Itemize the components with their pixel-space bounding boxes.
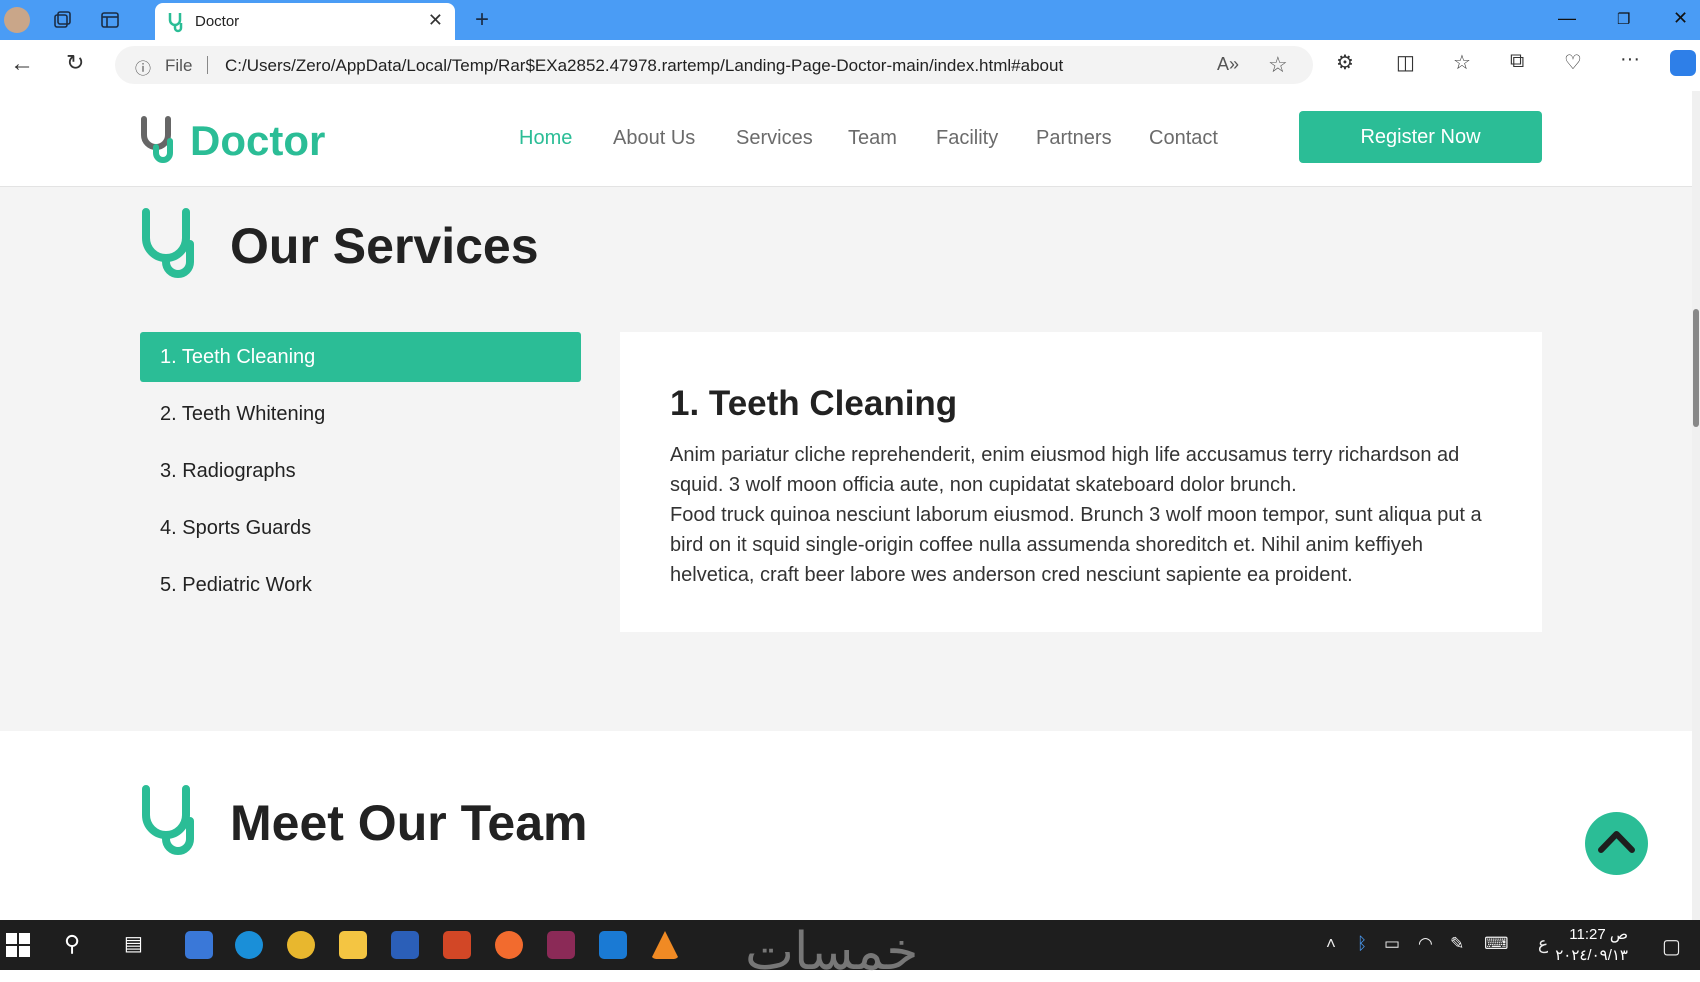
site-navbar: Doctor Home About Us Services Team Facil… — [0, 91, 1692, 187]
chevron-up-icon — [1598, 831, 1635, 853]
task-view-icon[interactable]: ▤ — [124, 931, 152, 959]
info-icon[interactable]: ⓘ — [135, 55, 151, 79]
scrollbar-thumb[interactable] — [1693, 309, 1699, 427]
stethoscope-favicon-icon — [167, 11, 187, 38]
clock[interactable]: 11:27 ص ٢٠٢٤/٠٩/١٣ — [1555, 924, 1628, 966]
team-title: Meet Our Team — [230, 794, 588, 851]
url-separator — [207, 56, 208, 74]
close-window-icon[interactable]: ✕ — [1673, 8, 1688, 29]
service-detail-paragraph-2: Food truck quinoa nesciunt laborum eiusm… — [670, 504, 1482, 586]
nav-team[interactable]: Team — [848, 127, 897, 150]
scroll-to-top-button[interactable] — [1585, 812, 1648, 875]
edge-icon[interactable] — [235, 931, 263, 959]
vlc-icon[interactable] — [651, 931, 679, 959]
vscode-icon[interactable] — [599, 931, 627, 959]
site-logo[interactable]: Doctor — [138, 113, 325, 168]
tab-title: Doctor — [195, 13, 240, 30]
winrar-icon[interactable] — [547, 931, 575, 959]
notifications-icon[interactable]: ▢ — [1662, 934, 1681, 959]
browser-title-bar: Doctor ✕ + — ❐ ✕ — [0, 0, 1700, 40]
battery-icon[interactable]: ▭ — [1384, 934, 1400, 954]
pen-app-icon[interactable] — [495, 931, 523, 959]
tray-chevron-icon[interactable]: ˄ — [1326, 934, 1336, 954]
close-tab-icon[interactable]: ✕ — [428, 10, 443, 31]
browser-tab[interactable]: Doctor ✕ — [155, 3, 455, 40]
page-scrollbar[interactable] — [1692, 91, 1700, 920]
clock-time: 11:27 ص — [1569, 926, 1628, 943]
service-detail-panel: 1. Teeth Cleaning Anim pariatur cliche r… — [620, 332, 1542, 632]
nav-about-us[interactable]: About Us — [613, 127, 695, 150]
language-indicator[interactable]: ع — [1538, 934, 1548, 954]
profile-avatar[interactable] — [4, 7, 30, 33]
refresh-icon[interactable]: ↻ — [66, 50, 84, 76]
service-tab-sports-guards[interactable]: 4. Sports Guards — [140, 503, 581, 553]
service-tab-teeth-whitening[interactable]: 2. Teeth Whitening — [140, 389, 581, 439]
stethoscope-heading-icon — [138, 781, 216, 864]
minimize-icon[interactable]: — — [1558, 8, 1576, 29]
service-detail-text: Anim pariatur cliche reprehenderit, enim… — [670, 440, 1490, 590]
nav-home[interactable]: Home — [519, 127, 572, 150]
logo-text: Doctor — [190, 116, 326, 164]
wifi-icon[interactable]: ◠ — [1418, 934, 1433, 954]
copilot-icon[interactable] — [1670, 50, 1696, 76]
nav-facility[interactable]: Facility — [936, 127, 998, 150]
workspaces-icon[interactable] — [50, 8, 74, 32]
stethoscope-heading-icon — [138, 204, 216, 287]
stethoscope-logo-icon — [138, 113, 186, 168]
service-detail-title: 1. Teeth Cleaning — [670, 384, 958, 423]
store-icon[interactable] — [185, 931, 213, 959]
favorite-star-icon[interactable]: ☆ — [1268, 52, 1288, 78]
powerpoint-icon[interactable] — [443, 931, 471, 959]
nav-services[interactable]: Services — [736, 127, 813, 150]
search-icon[interactable]: ⚲ — [64, 931, 92, 959]
split-screen-icon[interactable]: ◫ — [1396, 50, 1415, 75]
service-detail-paragraph-1: Anim pariatur cliche reprehenderit, enim… — [670, 444, 1460, 496]
clock-date: ٢٠٢٤/٠٩/١٣ — [1555, 947, 1628, 964]
extensions-icon[interactable]: ⚙ — [1336, 50, 1354, 75]
team-section: Meet Our Team — [0, 731, 1692, 920]
keyboard-icon[interactable]: ⌨ — [1484, 934, 1509, 954]
new-tab-icon[interactable]: + — [470, 6, 494, 33]
address-bar-row: ← ↻ ⓘ File C:/Users/Zero/AppData/Local/T… — [0, 40, 1700, 92]
services-section: Our Services 1. Teeth Cleaning 2. Teeth … — [0, 187, 1692, 731]
web-page: Doctor Home About Us Services Team Facil… — [0, 91, 1692, 920]
browser-essentials-icon[interactable]: ♡ — [1564, 50, 1582, 75]
word-icon[interactable] — [391, 931, 419, 959]
url-field[interactable]: ⓘ File C:/Users/Zero/AppData/Local/Temp/… — [115, 46, 1313, 84]
watermark: خمسات — [745, 922, 919, 982]
nav-contact[interactable]: Contact — [1149, 127, 1218, 150]
bluetooth-icon[interactable]: ᛒ — [1357, 934, 1367, 954]
url-text[interactable]: C:/Users/Zero/AppData/Local/Temp/Rar$EXa… — [225, 56, 1063, 76]
tab-actions-icon[interactable] — [98, 8, 122, 32]
url-scheme-label: File — [165, 56, 193, 75]
favorites-icon[interactable]: ☆ — [1453, 50, 1471, 75]
back-icon[interactable]: ← — [10, 50, 34, 78]
service-tab-teeth-cleaning[interactable]: 1. Teeth Cleaning — [140, 332, 581, 382]
nav-partners[interactable]: Partners — [1036, 127, 1112, 150]
pen-tray-icon[interactable]: ✎ — [1450, 934, 1464, 954]
file-explorer-icon[interactable] — [339, 931, 367, 959]
windows-taskbar: ⚲ ▤ خمسات ˄ ᛒ ▭ ◠ ✎ ⌨ ع 11:27 ص ٢٠٢٤/٠٩/… — [0, 920, 1700, 982]
read-aloud-icon[interactable]: A» — [1217, 54, 1239, 75]
services-title: Our Services — [230, 217, 539, 274]
register-now-button[interactable]: Register Now — [1299, 111, 1542, 163]
team-heading: Meet Our Team — [138, 781, 588, 864]
chrome-icon[interactable] — [287, 931, 315, 959]
collections-icon[interactable]: ⧉ — [1510, 50, 1524, 73]
service-tab-pediatric-work[interactable]: 5. Pediatric Work — [140, 560, 581, 610]
services-heading: Our Services — [138, 204, 539, 287]
service-tab-radiographs[interactable]: 3. Radiographs — [140, 446, 581, 496]
windows-start-icon[interactable] — [4, 931, 32, 959]
restore-icon[interactable]: ❐ — [1617, 10, 1630, 28]
more-menu-icon[interactable]: ··· — [1620, 48, 1640, 71]
